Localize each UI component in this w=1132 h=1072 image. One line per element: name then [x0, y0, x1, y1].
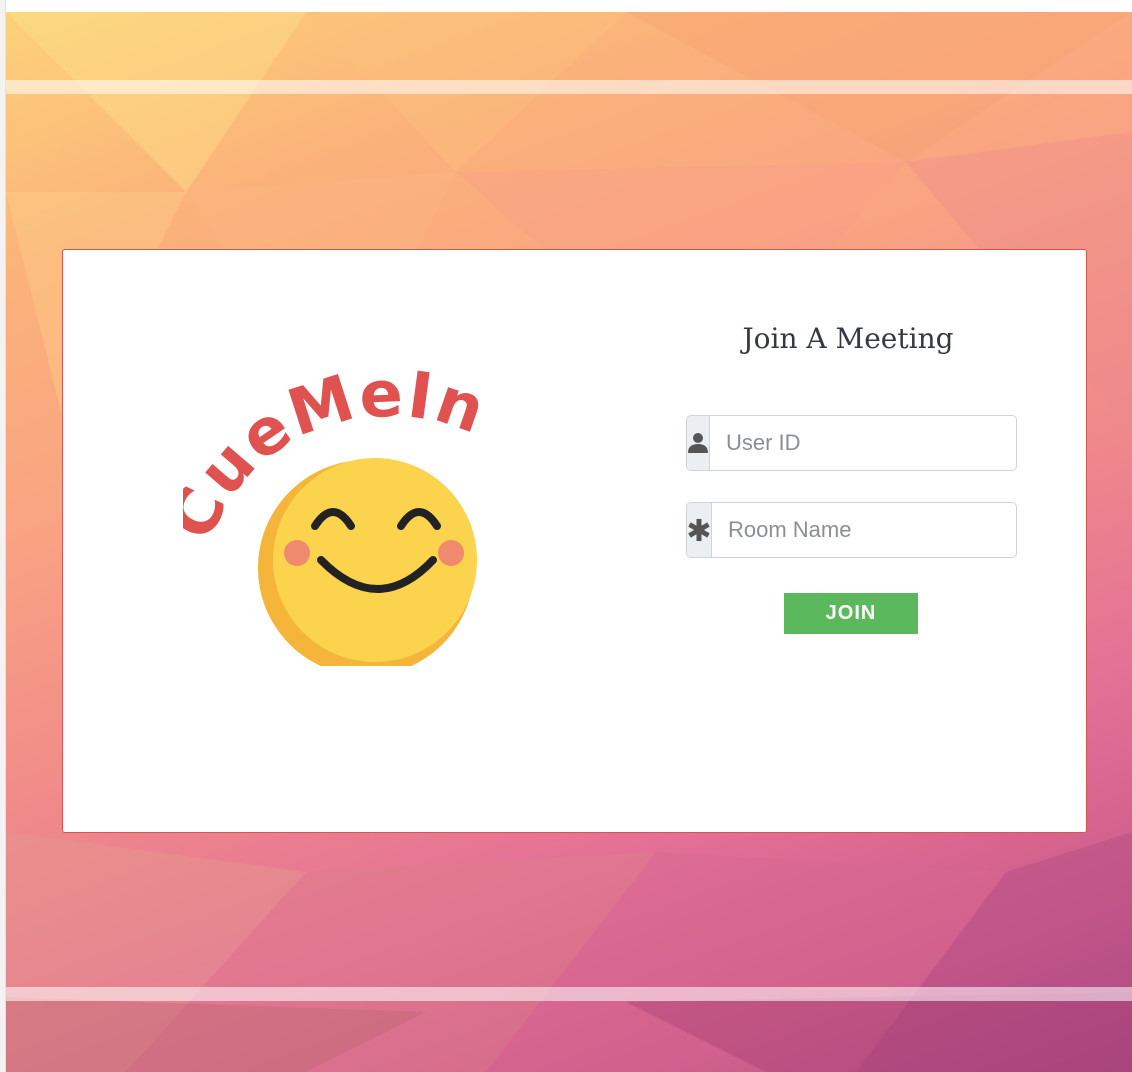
- user-id-input[interactable]: [710, 416, 1016, 470]
- asterisk-icon: [687, 503, 712, 557]
- bottom-light-band: [6, 987, 1132, 1001]
- room-name-group: [686, 502, 1017, 558]
- user-icon: [687, 416, 710, 470]
- page: CueMeIn Join A Meeting: [0, 0, 1132, 1072]
- form-title: Join A Meeting: [742, 322, 954, 355]
- cuemein-logo: CueMeIn: [183, 357, 494, 666]
- user-id-group: [686, 415, 1017, 471]
- join-button[interactable]: JOIN: [784, 593, 918, 634]
- join-meeting-card: CueMeIn Join A Meeting: [62, 249, 1087, 833]
- top-light-band: [6, 80, 1132, 94]
- room-name-input[interactable]: [712, 503, 1016, 557]
